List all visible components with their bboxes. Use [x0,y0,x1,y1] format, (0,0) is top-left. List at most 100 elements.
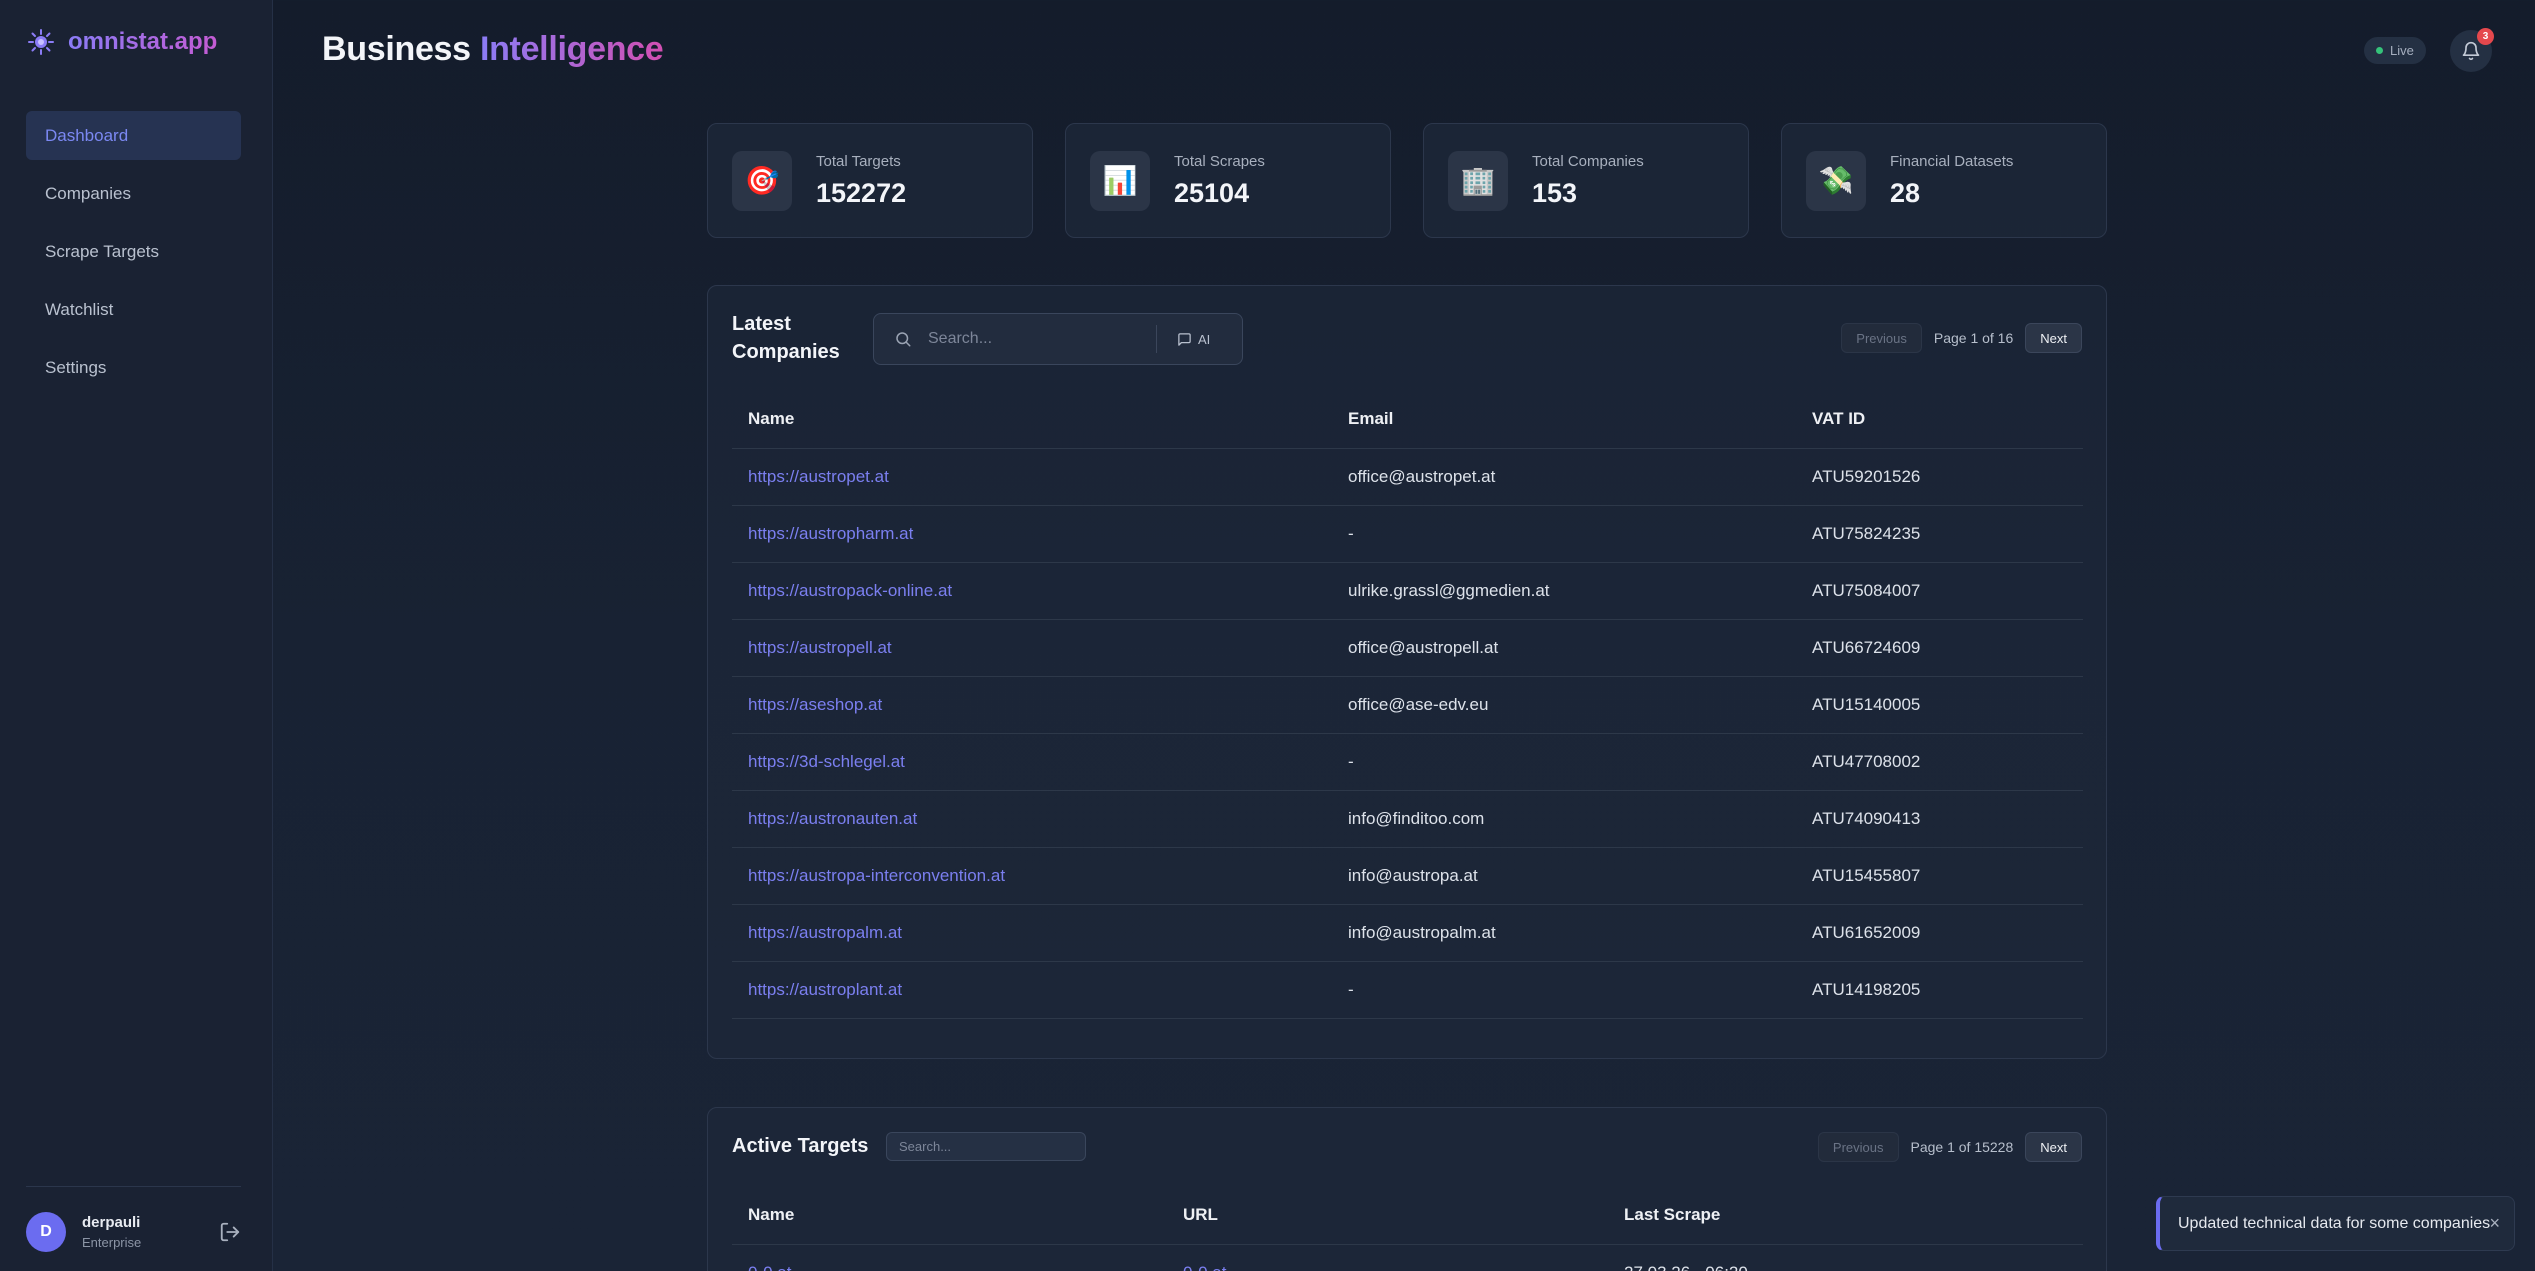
page-title: Business Intelligence [322,30,664,69]
column-header-url[interactable]: URL [1167,1187,1608,1245]
company-vat: ATU75824235 [1796,505,2083,563]
targets-pagination: Previous Page 1 of 15228 Next [1817,1132,2082,1162]
sidebar-item-scrape-targets[interactable]: Scrape Targets [26,227,241,276]
bell-icon [2462,41,2480,61]
column-header-name[interactable]: Name [732,391,1332,449]
company-email: office@ase-edv.eu [1332,676,1796,734]
logout-icon[interactable] [219,1221,241,1243]
company-email: - [1332,961,1796,1019]
column-header-last-scrape[interactable]: Last Scrape [1608,1187,2083,1245]
table-row: https://austropet.at office@austropet.at… [732,448,2083,506]
close-icon[interactable]: × [2489,1213,2500,1234]
company-link[interactable]: https://austropet.at [748,467,889,486]
company-link[interactable]: https://austropa-interconvention.at [748,866,1005,885]
sidebar-divider [26,1186,241,1187]
table-row: https://austronauten.at info@finditoo.co… [732,790,2083,848]
table-row: https://3d-schlegel.at - ATU47708002 [732,733,2083,791]
company-vat: ATU74090413 [1796,790,2083,848]
company-vat: ATU15455807 [1796,847,2083,905]
company-email: info@finditoo.com [1332,790,1796,848]
companies-search-input[interactable] [928,330,1148,348]
avatar[interactable]: D [26,1212,66,1252]
stat-value: 28 [1890,177,1921,208]
company-email: office@austropet.at [1332,448,1796,506]
stat-value: 25104 [1174,177,1250,208]
target-url-link[interactable]: 0-0.at [1183,1263,1226,1271]
sidebar-item-watchlist[interactable]: Watchlist [26,285,241,334]
ai-search-button[interactable]: AI [1169,326,1218,353]
bar-chart-icon: 📊 [1090,150,1150,211]
page-title-main: Business [322,30,471,68]
stat-card-total-companies: 🏢 Total Companies 153 [1423,123,1749,238]
company-email: - [1332,733,1796,791]
target-link[interactable]: 0-0.at [748,1263,791,1271]
target-icon: 🎯 [732,150,792,211]
company-link[interactable]: https://aseshop.at [748,695,882,714]
search-separator [1156,325,1157,353]
logo-icon [28,29,54,55]
stats-row: 🎯 Total Targets 152272 📊 Total Scrapes 2… [707,123,2107,238]
user-profile: D derpauli Enterprise [26,1211,241,1253]
user-name: derpauli [82,1214,141,1231]
next-button[interactable]: Next [2025,323,2082,353]
table-row: https://austropalm.at info@austropalm.at… [732,904,2083,962]
sidebar-item-settings[interactable]: Settings [26,343,241,392]
company-email: info@austropa.at [1332,847,1796,905]
panel-title-line2: Companies [732,341,840,363]
active-targets-panel: Active Targets Previous Page 1 of 15228 … [707,1107,2107,1271]
notifications-button[interactable]: 3 [2450,28,2494,72]
company-link[interactable]: https://austropharm.at [748,524,913,543]
stat-label: Total Scrapes [1174,152,1265,170]
table-row: https://austropa-interconvention.at info… [732,847,2083,905]
previous-button[interactable]: Previous [1817,1132,1899,1162]
company-link[interactable]: https://austropalm.at [748,923,902,942]
page-info: Page 1 of 15228 [1910,1139,2014,1155]
company-email: info@austropalm.at [1332,904,1796,962]
company-link[interactable]: https://austropack-online.at [748,581,952,600]
company-link[interactable]: https://austroplant.at [748,980,902,999]
office-building-icon: 🏢 [1448,150,1508,211]
company-link[interactable]: https://austronauten.at [748,809,917,828]
table-header-row: Name Email VAT ID [732,391,2083,449]
companies-search: AI [873,313,1243,365]
user-plan: Enterprise [82,1235,142,1250]
table-row: https://aseshop.at office@ase-edv.eu ATU… [732,676,2083,734]
company-vat: ATU75084007 [1796,562,2083,620]
company-vat: ATU61652009 [1796,904,2083,962]
column-header-name[interactable]: Name [732,1187,1167,1245]
toast-message: Updated technical data for some companie… [2178,1214,2491,1232]
sidebar-nav: Dashboard Companies Scrape Targets Watch… [26,111,241,401]
company-link[interactable]: https://austropell.at [748,638,892,657]
table-row: https://austropharm.at - ATU75824235 [732,505,2083,563]
search-icon [896,332,911,347]
company-email: ulrike.grassl@ggmedien.at [1332,562,1796,620]
sidebar-item-companies[interactable]: Companies [26,169,241,218]
sidebar-item-dashboard[interactable]: Dashboard [26,111,241,160]
column-header-vat[interactable]: VAT ID [1796,391,2083,449]
targets-search-input[interactable] [886,1132,1086,1161]
latest-companies-panel: Latest Companies AI Previous Page 1 of 1… [707,285,2107,1059]
page-info: Page 1 of 16 [1933,330,2014,346]
table-header-row: Name URL Last Scrape [732,1187,2083,1245]
brand[interactable]: omnistat.app [28,28,217,56]
money-wings-icon: 💸 [1806,150,1866,211]
column-header-email[interactable]: Email [1332,391,1796,449]
previous-button[interactable]: Previous [1841,323,1922,353]
targets-table: Name URL Last Scrape 0-0.at 0-0.at 27.03… [732,1187,2083,1271]
table-row: https://austroplant.at - ATU14198205 [732,961,2083,1019]
ai-label: AI [1198,331,1211,347]
stat-value: 153 [1532,177,1578,208]
table-row: https://austropell.at office@austropell.… [732,619,2083,677]
company-vat: ATU15140005 [1796,676,2083,734]
table-row: https://austropack-online.at ulrike.gras… [732,562,2083,620]
live-label: Live [2390,43,2414,58]
company-vat: ATU59201526 [1796,448,2083,506]
company-email: - [1332,505,1796,563]
stat-card-financial-datasets: 💸 Financial Datasets 28 [1781,123,2107,238]
next-button[interactable]: Next [2025,1132,2082,1162]
company-link[interactable]: https://3d-schlegel.at [748,752,905,771]
stat-card-total-targets: 🎯 Total Targets 152272 [707,123,1033,238]
companies-pagination: Previous Page 1 of 16 Next [1841,323,2082,353]
brand-name: omnistat.app [68,28,218,55]
stat-card-total-scrapes: 📊 Total Scrapes 25104 [1065,123,1391,238]
